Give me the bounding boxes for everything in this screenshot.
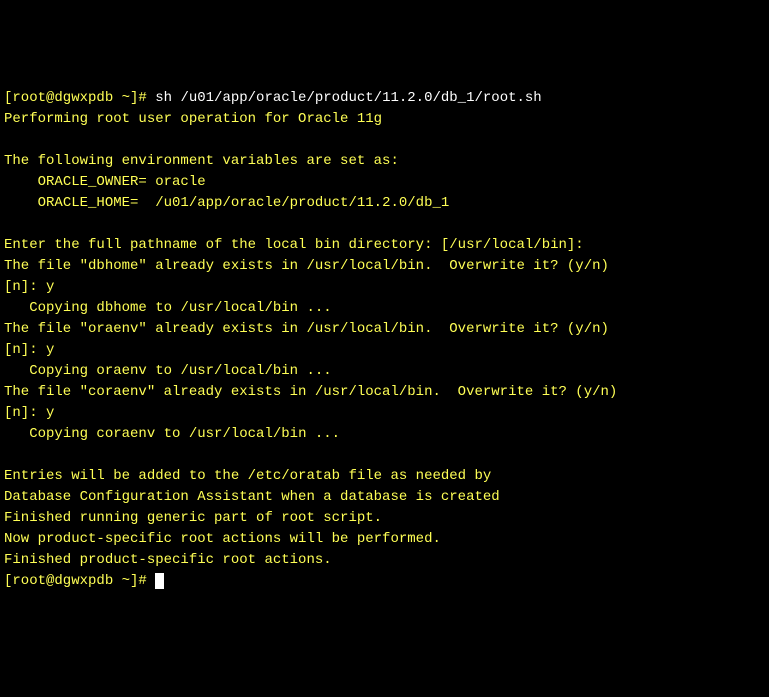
output-line: ORACLE_OWNER= oracle	[4, 172, 765, 193]
output-line: The file "oraenv" already exists in /usr…	[4, 319, 765, 340]
prompt-line-2: [root@dgwxpdb ~]#	[4, 571, 765, 592]
prompt-text: [root@dgwxpdb ~]#	[4, 573, 155, 589]
command-text: sh /u01/app/oracle/product/11.2.0/db_1/r…	[155, 90, 541, 106]
output-line: The file "dbhome" already exists in /usr…	[4, 256, 765, 277]
output-line: Copying coraenv to /usr/local/bin ...	[4, 424, 765, 445]
output-line: Finished running generic part of root sc…	[4, 508, 765, 529]
output-line	[4, 130, 765, 151]
output-line: Copying dbhome to /usr/local/bin ...	[4, 298, 765, 319]
output-line: Entries will be added to the /etc/oratab…	[4, 466, 765, 487]
output-line	[4, 445, 765, 466]
output-line: The file "coraenv" already exists in /us…	[4, 382, 765, 403]
prompt-text: [root@dgwxpdb ~]#	[4, 90, 155, 106]
output-line: ORACLE_HOME= /u01/app/oracle/product/11.…	[4, 193, 765, 214]
output-line: [n]: y	[4, 277, 765, 298]
output-line: [n]: y	[4, 403, 765, 424]
terminal-output[interactable]: [root@dgwxpdb ~]# sh /u01/app/oracle/pro…	[4, 88, 765, 592]
output-line: Copying oraenv to /usr/local/bin ...	[4, 361, 765, 382]
output-line	[4, 214, 765, 235]
cursor-icon	[155, 573, 164, 589]
output-line: Performing root user operation for Oracl…	[4, 109, 765, 130]
output-line: Enter the full pathname of the local bin…	[4, 235, 765, 256]
output-line: Database Configuration Assistant when a …	[4, 487, 765, 508]
output-line: Finished product-specific root actions.	[4, 550, 765, 571]
output-line: Now product-specific root actions will b…	[4, 529, 765, 550]
output-line: [n]: y	[4, 340, 765, 361]
output-line: The following environment variables are …	[4, 151, 765, 172]
prompt-line-1: [root@dgwxpdb ~]# sh /u01/app/oracle/pro…	[4, 88, 765, 109]
